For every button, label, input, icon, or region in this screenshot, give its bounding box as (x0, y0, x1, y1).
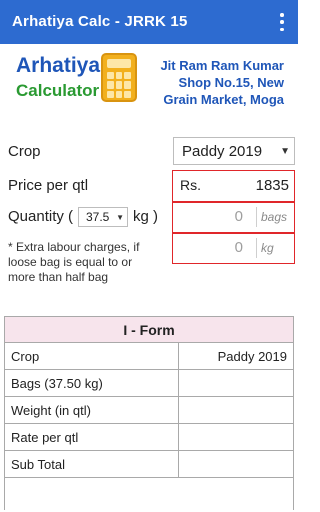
crop-select[interactable]: Paddy 2019 ▼ (173, 137, 295, 165)
logo-subtitle: Calculator (16, 81, 100, 100)
price-input[interactable]: 1835 (256, 177, 289, 194)
dropdown-arrow-icon: ▼ (280, 146, 290, 157)
i-form-title: I - Form (4, 316, 294, 343)
table-row: Rate per qtl (4, 423, 294, 451)
shop-name: Jit Ram Ram Kumar (160, 58, 284, 73)
bags-input[interactable]: 0 (183, 208, 243, 225)
row-label-crop: Crop (4, 342, 179, 370)
kg-input[interactable]: 0 (183, 239, 243, 256)
row-label-rate: Rate per qtl (4, 423, 179, 451)
quantity-unit-label: kg ) (133, 208, 159, 225)
logo-title: Arhatiya (16, 54, 101, 77)
price-currency: Rs. (180, 177, 201, 193)
row-label-bags: Bags (37.50 kg) (4, 369, 179, 397)
table-row: Weight (in qtl) (4, 396, 294, 424)
row-label-subtotal: Sub Total (4, 450, 179, 478)
bags-unit: bags (261, 210, 288, 224)
bag-size-value: 37.5 (86, 210, 110, 224)
quantity-label: Quantity ( (8, 208, 74, 225)
row-value-crop: Paddy 2019 (178, 342, 294, 370)
row-value-weight (178, 396, 294, 424)
i-form-header: I - Form (4, 316, 294, 343)
shop-address: Jit Ram Ram Kumar Shop No.15, New Grain … (160, 57, 284, 108)
dropdown-arrow-icon: ▼ (116, 213, 124, 222)
i-form-table: I - Form Crop Paddy 2019 Bags (37.50 kg)… (4, 316, 294, 510)
crop-select-value: Paddy 2019 (182, 143, 263, 160)
table-row: Sub Total (4, 450, 294, 478)
row-label-weight: Weight (in qtl) (4, 396, 179, 424)
more-vert-icon[interactable] (272, 11, 292, 33)
row-value-subtotal (178, 450, 294, 478)
shop-market: Grain Market, Moga (163, 92, 284, 107)
table-row: Bags (37.50 kg) (4, 369, 294, 397)
crop-label: Crop (8, 143, 41, 160)
row-value-rate (178, 423, 294, 451)
row-value-bags (178, 369, 294, 397)
table-row: Crop Paddy 2019 (4, 342, 294, 370)
table-row-empty (4, 477, 294, 510)
calculator-icon (101, 53, 137, 102)
labour-note: * Extra labour charges, if loose bag is … (8, 240, 140, 284)
bag-size-select[interactable]: 37.5 ▼ (78, 207, 128, 227)
app-bar: Arhatiya Calc - JRRK 15 (0, 0, 298, 44)
brand-header: Arhatiya Calculator Jit Ram Ram Kumar Sh… (0, 44, 298, 112)
app-title: Arhatiya Calc - JRRK 15 (12, 13, 188, 30)
shop-number: Shop No.15, New (178, 75, 284, 90)
kg-unit: kg (261, 241, 274, 255)
price-label: Price per qtl (8, 177, 89, 194)
